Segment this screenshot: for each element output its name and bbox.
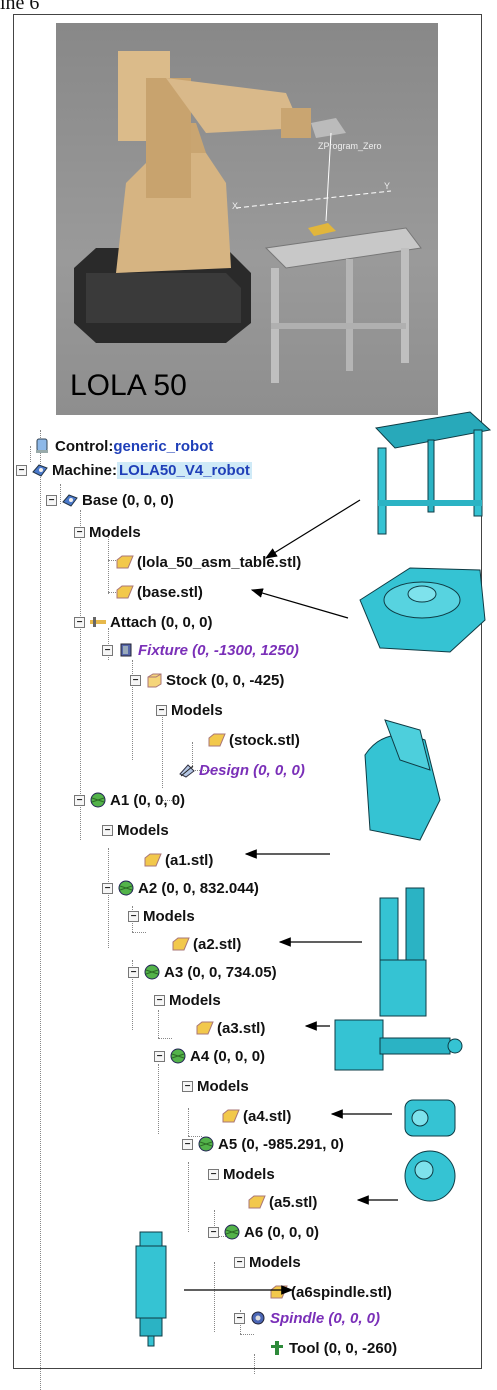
a3-part-image [334,1019,463,1071]
base-part-image [359,567,486,653]
a5-part-image [404,1150,456,1202]
spindle-part-image [135,1231,167,1347]
a1-part-image [364,719,441,841]
a4-part-image [404,1099,456,1137]
table-part-image [374,411,492,535]
cad-thumbnails [135,411,492,1347]
a2-part-image [379,887,427,1017]
